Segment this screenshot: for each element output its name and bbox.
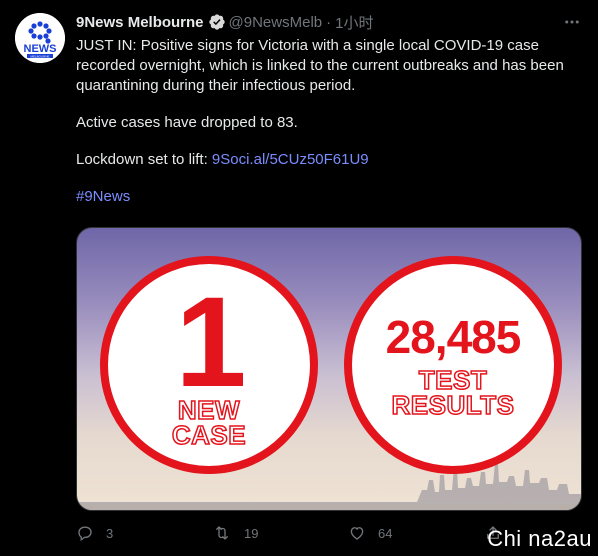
more-icon: [565, 20, 579, 24]
heart-icon: [350, 527, 364, 540]
svg-text:NEWS: NEWS: [24, 43, 57, 55]
tweet-header: 9News Melbourne @9NewsMelb · 1小时: [76, 12, 558, 32]
tweet: NEWS MELBOURNE 9News Melbourne @9NewsMel…: [0, 0, 598, 556]
test-results-badge: 28,485 TEST RESULTS: [344, 256, 562, 474]
tweet-line-3: Lockdown set to lift: 9Soci.al/5CUz50F61…: [76, 150, 582, 170]
separator: ·: [326, 13, 332, 31]
reply-icon: [78, 526, 92, 542]
tweet-line-2: Active cases have dropped to 83.: [76, 114, 298, 131]
reply-button[interactable]: 3: [76, 524, 212, 542]
svg-text:MELBOURNE: MELBOURNE: [30, 54, 49, 58]
retweet-icon: [216, 526, 228, 540]
like-count: 64: [378, 525, 393, 541]
retweet-button[interactable]: 19: [212, 524, 348, 542]
new-case-badge: 1 NEW CASE: [100, 256, 318, 474]
nine-news-logo-icon: NEWS MELBOURNE: [15, 13, 65, 63]
tweet-line-3-text: Lockdown set to lift:: [76, 151, 212, 168]
test-results-caption-2: RESULTS: [391, 390, 515, 420]
avatar[interactable]: NEWS MELBOURNE: [15, 13, 65, 63]
tweet-text: JUST IN: Positive signs for Victoria wit…: [76, 36, 582, 207]
tweet-hashtag-line: #9News: [76, 187, 582, 207]
tweet-link[interactable]: 9Soci.al/5CUz50F61U9: [212, 151, 369, 168]
timestamp[interactable]: 1小时: [335, 12, 373, 33]
more-options-button[interactable]: [562, 12, 582, 32]
tweet-media-image[interactable]: 1 NEW CASE 28,485 TEST RESULTS: [76, 227, 582, 511]
display-name[interactable]: 9News Melbourne: [76, 14, 204, 31]
test-results-number: 28,485: [385, 311, 522, 363]
handle[interactable]: @9NewsMelb: [229, 14, 323, 31]
like-button[interactable]: 64: [348, 524, 484, 542]
hashtag-link[interactable]: #9News: [76, 188, 130, 205]
watermark: Chi na2au: [487, 526, 592, 551]
reply-count: 3: [106, 525, 114, 541]
new-case-number: 1: [175, 271, 246, 414]
tweet-line-1: JUST IN: Positive signs for Victoria wit…: [76, 37, 564, 94]
new-case-caption-2: CASE: [171, 420, 247, 450]
retweet-count: 19: [244, 525, 259, 541]
verified-badge-icon: [208, 13, 226, 31]
